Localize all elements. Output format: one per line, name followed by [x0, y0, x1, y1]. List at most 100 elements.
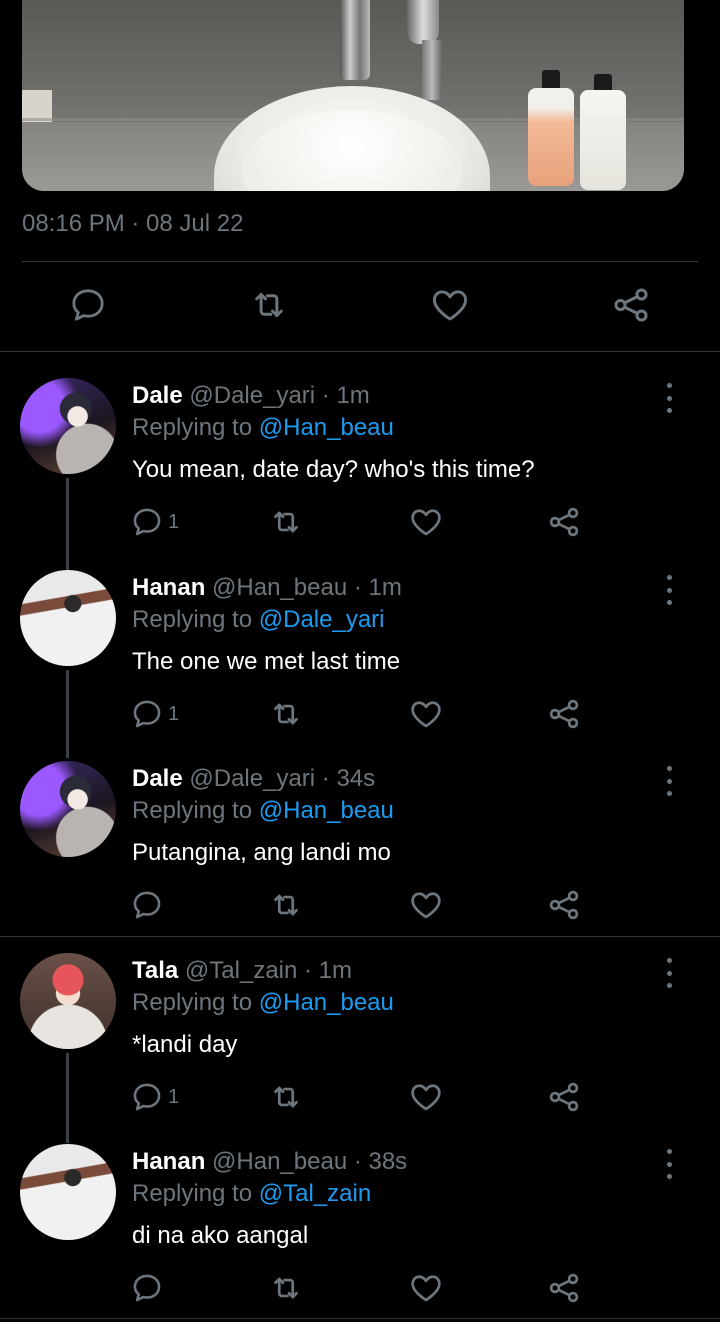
- display-name[interactable]: Dale: [132, 765, 183, 792]
- replying-handle-link[interactable]: @Dale_yari: [259, 606, 385, 633]
- replying-prefix: Replying to: [132, 797, 253, 824]
- avatar[interactable]: [20, 1144, 116, 1240]
- post-timestamp: 08:16 PM · 08 Jul 22: [22, 210, 244, 237]
- retweet-button[interactable]: [268, 1268, 304, 1308]
- reply-button[interactable]: 1: [130, 502, 179, 542]
- share-button[interactable]: [546, 502, 582, 542]
- share-button[interactable]: [546, 885, 582, 925]
- heart-icon: [411, 509, 441, 536]
- post-action-bar: [0, 282, 720, 332]
- display-name[interactable]: Hanan: [132, 1148, 205, 1175]
- heart-icon: [411, 892, 441, 919]
- handle-and-time: @Tal_zain · 1m: [184, 957, 353, 984]
- heart-icon: [411, 1275, 441, 1302]
- retweet-button[interactable]: [247, 282, 291, 328]
- replying-prefix: Replying to: [132, 989, 253, 1016]
- replying-handle-link[interactable]: @Han_beau: [259, 797, 394, 824]
- reply-button[interactable]: [130, 1268, 168, 1308]
- divider: [0, 936, 720, 937]
- like-button[interactable]: [408, 694, 444, 734]
- vertical-ellipsis-icon: [666, 958, 672, 963]
- share-nodes-icon: [549, 1082, 579, 1112]
- tweet-header: Dale @Dale_yari · 34s: [132, 765, 375, 793]
- more-options-button[interactable]: [657, 575, 681, 605]
- share-button[interactable]: [546, 1077, 582, 1117]
- tweet-header: Tala @Tal_zain · 1m: [132, 957, 352, 985]
- more-options-button[interactable]: [657, 958, 681, 988]
- heart-icon: [432, 290, 468, 321]
- retweet-button[interactable]: [268, 1077, 304, 1117]
- vertical-ellipsis-icon: [666, 766, 672, 771]
- replying-handle-link[interactable]: @Han_beau: [259, 989, 394, 1016]
- replying-to: Replying to @Han_beau: [132, 797, 394, 825]
- tweet-header: Hanan @Han_beau · 1m: [132, 574, 402, 602]
- retweet-button[interactable]: [268, 885, 304, 925]
- retweet-arrows-icon: [274, 511, 298, 533]
- replying-handle-link[interactable]: @Han_beau: [259, 414, 394, 441]
- like-button[interactable]: [408, 502, 444, 542]
- speech-bubble-icon: [133, 700, 161, 728]
- retweet-arrows-icon: [274, 1277, 298, 1299]
- display-name[interactable]: Tala: [132, 957, 178, 984]
- like-button[interactable]: [428, 282, 472, 328]
- speech-bubble-icon: [133, 1083, 161, 1111]
- vertical-ellipsis-icon: [666, 383, 672, 388]
- share-button[interactable]: [609, 282, 653, 328]
- tweet-action-bar: [130, 885, 590, 925]
- like-button[interactable]: [408, 1268, 444, 1308]
- divider: [0, 1318, 720, 1319]
- vertical-ellipsis-icon: [666, 575, 672, 580]
- retweet-arrows-icon: [274, 894, 298, 916]
- more-options-button[interactable]: [657, 1149, 681, 1179]
- tweet-header: Hanan @Han_beau · 38s: [132, 1148, 407, 1176]
- avatar[interactable]: [20, 761, 116, 857]
- like-button[interactable]: [408, 1077, 444, 1117]
- share-button[interactable]: [546, 694, 582, 734]
- display-name[interactable]: Hanan: [132, 574, 205, 601]
- retweet-button[interactable]: [268, 694, 304, 734]
- avatar[interactable]: [20, 953, 116, 1049]
- share-nodes-icon: [549, 699, 579, 729]
- tweet-text: The one we met last time: [132, 648, 401, 675]
- handle-and-time: @Han_beau · 1m: [212, 574, 402, 601]
- tweet-action-bar: 1: [130, 694, 590, 734]
- replying-to: Replying to @Han_beau: [132, 414, 394, 442]
- replying-prefix: Replying to: [132, 414, 253, 441]
- more-options-button[interactable]: [657, 766, 681, 796]
- tweet-text: You mean, date day? who's this time?: [132, 456, 535, 483]
- tweet-action-bar: [130, 1268, 590, 1308]
- tweet-text: di na ako aangal: [132, 1222, 309, 1249]
- reply-button[interactable]: 1: [130, 1077, 179, 1117]
- like-button[interactable]: [408, 885, 444, 925]
- vertical-ellipsis-icon: [666, 1149, 672, 1154]
- share-nodes-icon: [549, 1273, 579, 1303]
- photo-faucet-handle: [407, 0, 439, 44]
- divider: [22, 261, 698, 262]
- reply-count: 1: [168, 510, 180, 533]
- reply-button[interactable]: [66, 282, 110, 328]
- replying-to: Replying to @Dale_yari: [132, 606, 385, 634]
- reply-count: 1: [168, 702, 180, 725]
- tweet-text: Putangina, ang landi mo: [132, 839, 391, 866]
- thread-line: [66, 1053, 69, 1143]
- tweet-text: *landi day: [132, 1031, 238, 1058]
- retweet-arrows-icon: [274, 703, 298, 725]
- replying-to: Replying to @Han_beau: [132, 989, 394, 1017]
- retweet-button[interactable]: [268, 502, 304, 542]
- reply-count: 1: [168, 1085, 180, 1108]
- share-button[interactable]: [546, 1268, 582, 1308]
- reply-button[interactable]: [130, 885, 168, 925]
- replying-to: Replying to @Tal_zain: [132, 1180, 371, 1208]
- reply-button[interactable]: 1: [130, 694, 179, 734]
- avatar[interactable]: [20, 378, 116, 474]
- display-name[interactable]: Dale: [132, 382, 183, 409]
- more-options-button[interactable]: [657, 383, 681, 413]
- avatar[interactable]: [20, 570, 116, 666]
- heart-icon: [411, 1084, 441, 1111]
- photo-bottle-left: [528, 88, 574, 186]
- share-nodes-icon: [549, 890, 579, 920]
- speech-bubble-icon: [72, 289, 104, 321]
- replying-handle-link[interactable]: @Tal_zain: [259, 1180, 371, 1207]
- tweet-media-image[interactable]: [22, 0, 684, 191]
- tweet-header: Dale @Dale_yari · 1m: [132, 382, 370, 410]
